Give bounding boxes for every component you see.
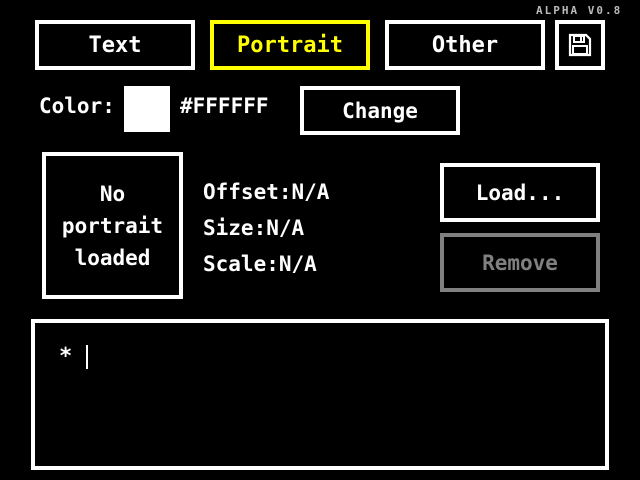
tab-other[interactable]: Other — [385, 20, 545, 70]
tab-portrait[interactable]: Portrait — [210, 20, 370, 70]
color-swatch — [124, 86, 170, 132]
size-value: N/A — [266, 216, 305, 240]
change-color-label: Change — [342, 98, 418, 123]
change-color-button[interactable]: Change — [300, 86, 460, 135]
remove-portrait-button[interactable]: Remove — [440, 233, 600, 292]
tab-portrait-label: Portrait — [237, 32, 343, 58]
size-row: Size:N/A — [203, 216, 304, 240]
scale-value: N/A — [278, 252, 317, 276]
version-label: ALPHA V0.8 — [536, 4, 623, 17]
color-label: Color: — [39, 94, 115, 118]
remove-portrait-label: Remove — [482, 250, 558, 275]
size-label: Size: — [203, 216, 267, 240]
dialogue-line: * — [59, 344, 89, 369]
color-hex-value: #FFFFFF — [180, 94, 269, 118]
offset-label: Offset: — [203, 180, 292, 204]
floppy-disk-icon — [568, 33, 592, 57]
dialogue-asterisk: * — [59, 344, 73, 369]
portrait-empty-line1: No — [99, 181, 126, 206]
offset-row: Offset:N/A — [203, 180, 329, 204]
tab-other-label: Other — [431, 32, 499, 58]
portrait-empty-line2: portrait — [61, 213, 164, 238]
scale-label: Scale: — [203, 252, 279, 276]
dialogue-text-area[interactable]: * — [31, 319, 609, 470]
offset-value: N/A — [291, 180, 330, 204]
portrait-empty-line3: loaded — [74, 245, 151, 270]
load-portrait-button[interactable]: Load... — [440, 163, 600, 222]
load-portrait-label: Load... — [475, 180, 565, 205]
tab-text-label: Text — [88, 32, 142, 58]
save-button[interactable] — [555, 20, 605, 70]
text-cursor — [86, 344, 89, 369]
portrait-preview: No portrait loaded — [42, 152, 183, 299]
tab-text[interactable]: Text — [35, 20, 195, 70]
scale-row: Scale:N/A — [203, 252, 317, 276]
